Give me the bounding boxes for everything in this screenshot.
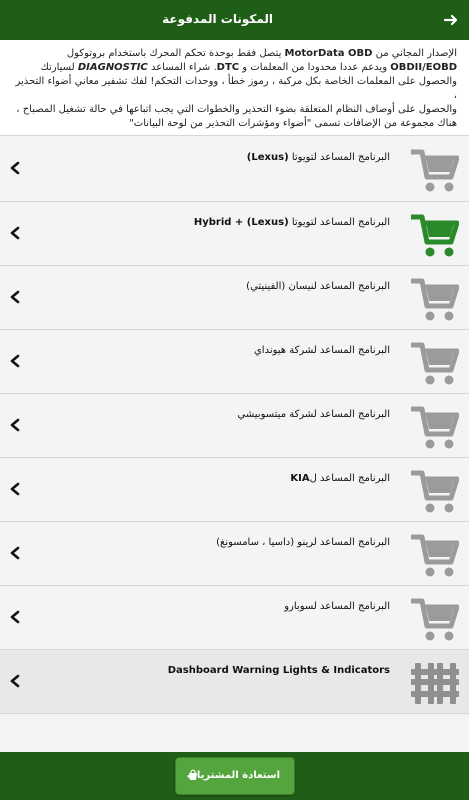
restore-purchases-button[interactable]: استعادة المشتريات: [175, 757, 295, 795]
chevron-left-icon: [10, 290, 20, 304]
cart-icon: [411, 214, 459, 257]
list-item-title: البرنامج المساعد لشركة ميتسوبيشي: [237, 409, 390, 420]
chevron-left-icon: [10, 418, 20, 432]
intro-text: الإصدار المجاني من: [372, 48, 457, 59]
intro-bold-text: OBDII/EOBD: [390, 62, 457, 73]
chevron-left-icon: [10, 546, 20, 560]
list-item[interactable]: البرنامج المساعد لKIA: [0, 458, 469, 522]
intro-text: لسيارتك: [40, 62, 78, 73]
list-item-title: Dashboard Warning Lights & Indicators: [167, 665, 390, 676]
list-item[interactable]: البرنامج المساعد لشركة هيونداي: [0, 330, 469, 394]
intro-bold-text: DTC: [216, 62, 240, 73]
cart-icon: [411, 598, 459, 641]
cart-icon: [411, 149, 459, 192]
chevron-left-icon: [10, 354, 20, 368]
warning-lights-icon: [411, 663, 459, 704]
intro-text: هناك مجموعة من الإضافات تسمى "أضواء ومؤش…: [129, 118, 457, 129]
list-item-title: البرنامج المساعد لشركة هيونداي: [253, 345, 390, 356]
back-arrow-icon: [443, 14, 458, 26]
cart-icon: [411, 342, 459, 385]
list-item[interactable]: البرنامج المساعد لنيسان (الفينيتي): [0, 266, 469, 330]
list-item[interactable]: البرنامج المساعد لتويوتا (Lexus): [0, 137, 469, 202]
paid-components-screen: المكونات المدفوعة الإصدار المجاني من Mot…: [0, 0, 469, 800]
intro-text: والحصول على أوصاف النظام المتعلقة بضوء ا…: [16, 104, 457, 115]
list-item[interactable]: البرنامج المساعد لسوبارو: [0, 586, 469, 650]
list-item-title: البرنامج المساعد لتويوتا (Lexus) + Hybri…: [193, 217, 390, 228]
chevron-left-icon: [10, 674, 20, 688]
intro-description: الإصدار المجاني من MotorData OBD يتصل فق…: [0, 40, 469, 136]
list-item[interactable]: البرنامج المساعد لتويوتا (Lexus) + Hybri…: [0, 202, 469, 266]
list-item-title: البرنامج المساعد لسوبارو: [284, 601, 390, 612]
cart-icon: [411, 470, 459, 513]
list-item-title: البرنامج المساعد لرينو (داسيا ، سامسونغ): [216, 537, 390, 548]
cart-icon: [411, 406, 459, 449]
page-title: المكونات المدفوعة: [162, 12, 273, 26]
bottom-bar: استعادة المشتريات: [0, 752, 469, 800]
top-app-bar: المكونات المدفوعة: [0, 0, 469, 40]
intro-text: . شراء المساعد: [147, 62, 217, 73]
list-item-title: البرنامج المساعد لنيسان (الفينيتي): [246, 281, 390, 292]
list-item-title: البرنامج المساعد لKIA: [290, 473, 390, 484]
chevron-left-icon: [10, 226, 20, 240]
back-button[interactable]: [439, 8, 463, 32]
chevron-left-icon: [10, 482, 20, 496]
intro-text: والحصول على المعلمات الخاصة بكل مركبة ، …: [15, 76, 457, 101]
intro-text: يتصل فقط بوحدة تحكم المحرك باستخدام بروت…: [66, 48, 285, 59]
chevron-left-icon: [10, 161, 20, 175]
cart-icon: [411, 534, 459, 577]
cart-icon: [411, 278, 459, 321]
intro-text: ويدعم عددا محدودا من المعلمات و: [239, 62, 391, 73]
list-item[interactable]: Dashboard Warning Lights & Indicators: [0, 650, 469, 714]
intro-italic-text: DIAGNOSTIC: [77, 62, 148, 73]
plugin-list: البرنامج المساعد لتويوتا (Lexus) البرنام…: [0, 137, 469, 714]
list-item[interactable]: البرنامج المساعد لشركة ميتسوبيشي: [0, 394, 469, 458]
list-item[interactable]: البرنامج المساعد لرينو (داسيا ، سامسونغ): [0, 522, 469, 586]
restore-purchases-label: استعادة المشتريات: [186, 770, 280, 781]
intro-bold-text: MotorData OBD: [284, 48, 373, 59]
chevron-left-icon: [10, 610, 20, 624]
list-item-title: البرنامج المساعد لتويوتا (Lexus): [246, 152, 390, 163]
